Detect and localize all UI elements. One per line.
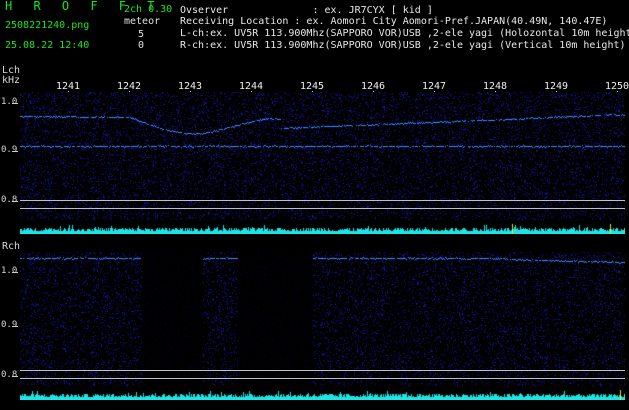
rch-ref-line-upper [20,370,625,371]
rch-channel-label: Rch [2,241,21,252]
lch-axis-dash-2 [12,151,18,152]
rch-axis-dash-3 [12,376,18,377]
lch-info: L-ch:ex. UV5R 113.900Mhz(SAPPORO VOR)USB… [180,28,629,39]
lch-spectrogram-canvas [20,92,625,234]
lch-axis-dash-1 [12,103,18,104]
observer-info: Ovserver : ex. JR7CYX [ kid ] [180,5,433,16]
rch-axis-dash-2 [12,326,18,327]
rch-info: R-ch:ex. UV5R 113.900Mhz(SAPPORO VOR)USB… [180,40,626,51]
rch-axis-dash-1 [12,272,18,273]
lch-ref-line-upper [20,200,625,201]
meteor-label: meteor [124,16,161,27]
filename-label: 2508221240.png [5,20,90,31]
datetime-label: 25.08.22 12:40 [5,40,90,51]
meteor-count-lch: 5 [138,29,145,40]
lch-axis-dash-3 [12,201,18,202]
lch-unit-label: kHz [2,75,21,86]
lch-ref-line-lower [20,208,625,209]
rch-ref-line-lower [20,378,625,379]
version-label: 2ch 0.30 [124,4,173,15]
lch-spectrogram [20,92,625,234]
location-info: Receiving Location : ex. Aomori City Aom… [180,16,608,27]
meteor-count-rch: 0 [138,40,145,51]
